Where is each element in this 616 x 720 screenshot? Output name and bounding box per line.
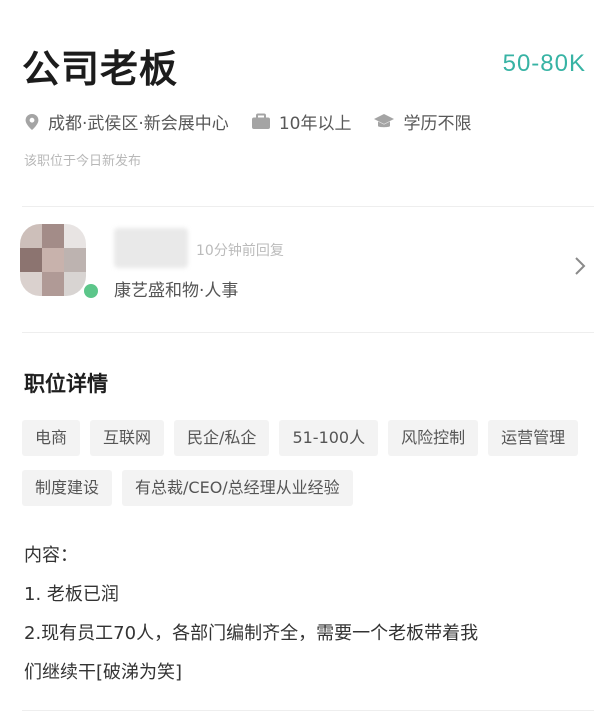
job-detail-page: 公司老板 50-80K 成都·武侯区·新会展中心 10年以上 学历不限 该职位于… [0, 0, 616, 720]
recruiter-name-blurred [114, 228, 188, 268]
recruiter-card[interactable]: 10分钟前回复 康艺盛和物·人事 [20, 224, 594, 304]
tag: 运营管理 [488, 420, 579, 456]
education-item: 学历不限 [373, 109, 471, 134]
job-title: 公司老板 [22, 47, 179, 91]
experience-item: 10年以上 [251, 109, 352, 134]
location-item[interactable]: 成都·武侯区·新会展中心 [24, 109, 229, 134]
location-text: 成都·武侯区·新会展中心 [48, 114, 229, 134]
publish-notice: 该职位于今日新发布 [24, 154, 142, 169]
avatar[interactable] [20, 224, 86, 296]
tag: 有总裁/CEO/总经理从业经验 [122, 470, 353, 506]
tag: 互联网 [90, 420, 165, 456]
tag: 制度建设 [22, 470, 113, 506]
tag: 51-100人 [279, 420, 379, 456]
divider [22, 332, 594, 333]
online-status-dot [82, 282, 100, 300]
job-meta: 成都·武侯区·新会展中心 10年以上 学历不限 [24, 109, 493, 134]
tag: 电商 [22, 420, 81, 456]
education-text: 学历不限 [403, 114, 472, 134]
chevron-right-icon[interactable] [574, 256, 586, 276]
description-heading: 内容： [24, 545, 78, 566]
recruiter-company-role: 康艺盛和物·人事 [114, 281, 239, 301]
description-line: 们继续干[破涕为笑] [24, 662, 183, 683]
divider [22, 710, 594, 711]
tag-list: 电商 互联网 民企/私企 51-100人 风险控制 运营管理 制度建设 有总裁/… [22, 420, 582, 506]
tag: 风险控制 [388, 420, 479, 456]
description-line: 2.现有员工70人，各部门编制齐全，需要一个老板带着我 [24, 623, 479, 644]
divider [22, 206, 594, 207]
salary-label: 50-80K [502, 50, 586, 77]
job-header: 公司老板 50-80K [22, 38, 594, 94]
reply-time: 10分钟前回复 [196, 243, 284, 259]
section-title-job-details: 职位详情 [24, 372, 108, 396]
graduation-cap-icon [374, 114, 395, 128]
location-pin-icon [25, 113, 39, 130]
briefcase-icon [251, 113, 270, 129]
tag: 民企/私企 [174, 420, 270, 456]
description-line: 1. 老板已润 [24, 584, 119, 605]
job-description: 内容： 1. 老板已润 2.现有员工70人，各部门编制齐全，需要一个老板带着我 … [24, 536, 584, 692]
experience-text: 10年以上 [278, 114, 352, 134]
